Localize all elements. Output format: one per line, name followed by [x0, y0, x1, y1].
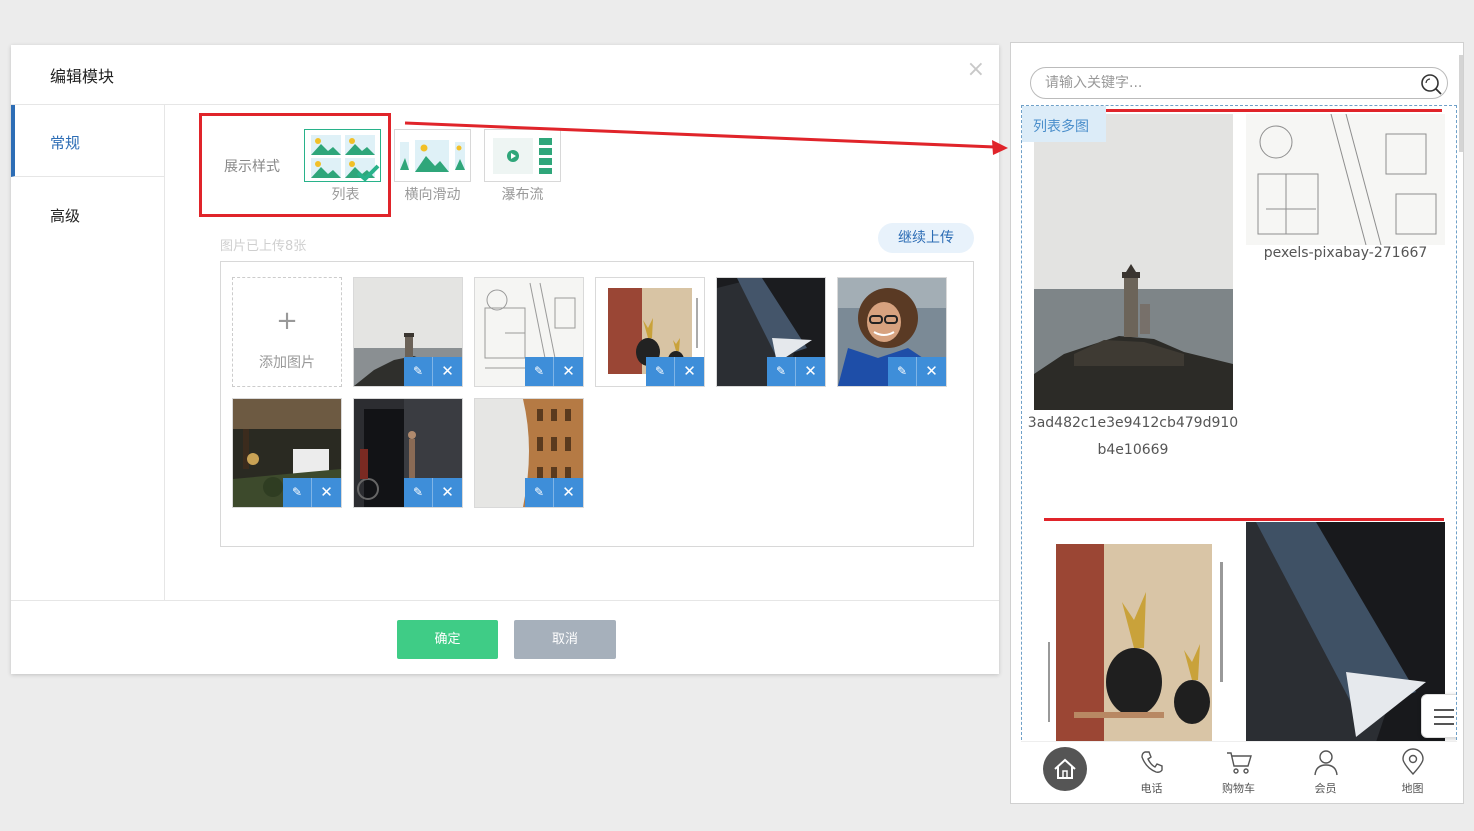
confirm-button[interactable]: 确定 — [397, 620, 498, 659]
module-type-tag: 列表多图 — [1022, 106, 1106, 142]
search-bar — [1030, 67, 1448, 99]
edit-icon[interactable]: ✎ — [525, 478, 554, 507]
preview-scrollbar[interactable] — [1459, 55, 1463, 152]
close-icon[interactable]: × — [967, 59, 985, 81]
preview-image-blueprint[interactable] — [1246, 114, 1445, 245]
image-tile-architecture[interactable]: ✎ ✕ — [716, 277, 826, 387]
waterfall-icon — [493, 138, 552, 174]
preview-image-lighthouse[interactable] — [1034, 114, 1233, 410]
dialog-header: 编辑模块 × — [11, 45, 999, 105]
tab-member-label: 会员 — [1314, 782, 1337, 795]
footer-divider — [11, 600, 999, 601]
delete-icon[interactable]: ✕ — [312, 478, 341, 507]
bottom-tab-bar: 电话 购物车 会员 地图 — [1021, 741, 1457, 795]
style-option-waterfall-label: 瀑布流 — [501, 187, 544, 203]
image-tile-doorway[interactable]: ✎ ✕ — [353, 398, 463, 508]
delete-icon[interactable]: ✕ — [917, 357, 946, 386]
tab-home[interactable] — [1021, 742, 1108, 796]
continue-upload-button[interactable]: 继续上传 — [878, 223, 974, 253]
blueprint-photo — [1246, 114, 1445, 245]
preview-image-pineapple[interactable] — [1034, 522, 1233, 744]
edit-icon[interactable]: ✎ — [283, 478, 312, 507]
tab-member[interactable]: 会员 — [1282, 742, 1369, 796]
delete-icon[interactable]: ✕ — [554, 357, 583, 386]
preview-image-architecture[interactable] — [1246, 522, 1445, 744]
style-option-horizontal[interactable] — [394, 129, 471, 182]
image-grid: + 添加图片 ✎ ✕ ✎ ✕ ✎ ✕ ✎ ✕ ✎ ✕ ✎ ✕ ✎ ✕ ✎ ✕ — [220, 261, 974, 547]
preview-caption-1a: 3ad482c1e3e9412cb479d910 — [1027, 415, 1239, 431]
edit-icon[interactable]: ✎ — [646, 357, 675, 386]
style-option-list[interactable] — [304, 129, 381, 182]
add-image-button[interactable]: + 添加图片 — [232, 277, 342, 387]
tab-phone[interactable]: 电话 — [1108, 742, 1195, 796]
image-tile-lighthouse[interactable]: ✎ ✕ — [353, 277, 463, 387]
delete-icon[interactable]: ✕ — [554, 478, 583, 507]
preview-caption-1b: b4e10669 — [1097, 442, 1169, 458]
tab-cart[interactable]: 购物车 — [1195, 742, 1282, 796]
style-option-horizontal-label: 横向滑动 — [404, 187, 461, 203]
image-tile-woman[interactable]: ✎ ✕ — [837, 277, 947, 387]
tab-advanced[interactable]: 高级 — [11, 178, 165, 250]
image-tile-cafe[interactable]: ✎ ✕ — [232, 398, 342, 508]
phone-icon — [1141, 751, 1163, 773]
delete-icon[interactable]: ✕ — [433, 478, 462, 507]
highlight-line-bottom — [1044, 518, 1444, 521]
list-multi-image-module[interactable]: 列表多图 3ad482c1e3e9412cb479d910 b4e10669 p… — [1021, 105, 1457, 745]
dialog-title: 编辑模块 — [50, 67, 115, 86]
map-pin-icon — [1402, 748, 1424, 776]
delete-icon[interactable]: ✕ — [433, 357, 462, 386]
cancel-button[interactable]: 取消 — [514, 620, 616, 659]
edit-icon[interactable]: ✎ — [888, 357, 917, 386]
user-icon — [1314, 750, 1338, 776]
plus-icon: + — [276, 306, 298, 336]
menu-icon — [1434, 709, 1454, 725]
tab-map-label: 地图 — [1401, 782, 1424, 795]
preview-caption-2: pexels-pixabay-271667 — [1263, 245, 1428, 261]
delete-icon[interactable]: ✕ — [796, 357, 825, 386]
search-icon[interactable] — [1419, 72, 1443, 96]
image-tile-blueprint[interactable]: ✎ ✕ — [474, 277, 584, 387]
edit-icon[interactable]: ✎ — [404, 357, 433, 386]
settings-sidebar: 常规 高级 — [11, 105, 165, 600]
tab-map[interactable]: 地图 — [1369, 742, 1456, 796]
search-input[interactable] — [1045, 75, 1405, 91]
tab-cart-label: 购物车 — [1222, 782, 1255, 795]
display-style-label: 展示样式 — [224, 159, 280, 175]
edit-icon[interactable]: ✎ — [525, 357, 554, 386]
tab-phone-label: 电话 — [1140, 782, 1163, 795]
mobile-preview: 列表多图 3ad482c1e3e9412cb479d910 b4e10669 p… — [1010, 42, 1464, 804]
uploaded-count: 图片已上传8张 — [220, 239, 307, 254]
edit-icon[interactable]: ✎ — [404, 478, 433, 507]
lighthouse-photo — [1034, 114, 1233, 410]
style-option-list-label: 列表 — [331, 187, 360, 203]
floating-menu-button[interactable] — [1421, 694, 1456, 738]
image-tile-pineapple[interactable]: ✎ ✕ — [595, 277, 705, 387]
cart-icon — [1227, 752, 1252, 774]
pineapple-photo — [1034, 522, 1233, 744]
add-image-label: 添加图片 — [259, 355, 315, 371]
delete-icon[interactable]: ✕ — [675, 357, 704, 386]
tab-general[interactable]: 常规 — [11, 105, 165, 177]
architecture-photo — [1246, 522, 1445, 744]
horizontal-slide-icon — [400, 140, 465, 172]
edit-module-dialog: 编辑模块 × 常规 高级 展示样式 列表 横向滑动 瀑布流 图片已上传8张 继续… — [11, 45, 999, 674]
list-style-icon — [311, 135, 380, 182]
edit-icon[interactable]: ✎ — [767, 357, 796, 386]
home-icon — [1054, 758, 1076, 779]
image-tile-colosseum[interactable]: ✎ ✕ — [474, 398, 584, 508]
style-option-waterfall[interactable] — [484, 129, 561, 182]
